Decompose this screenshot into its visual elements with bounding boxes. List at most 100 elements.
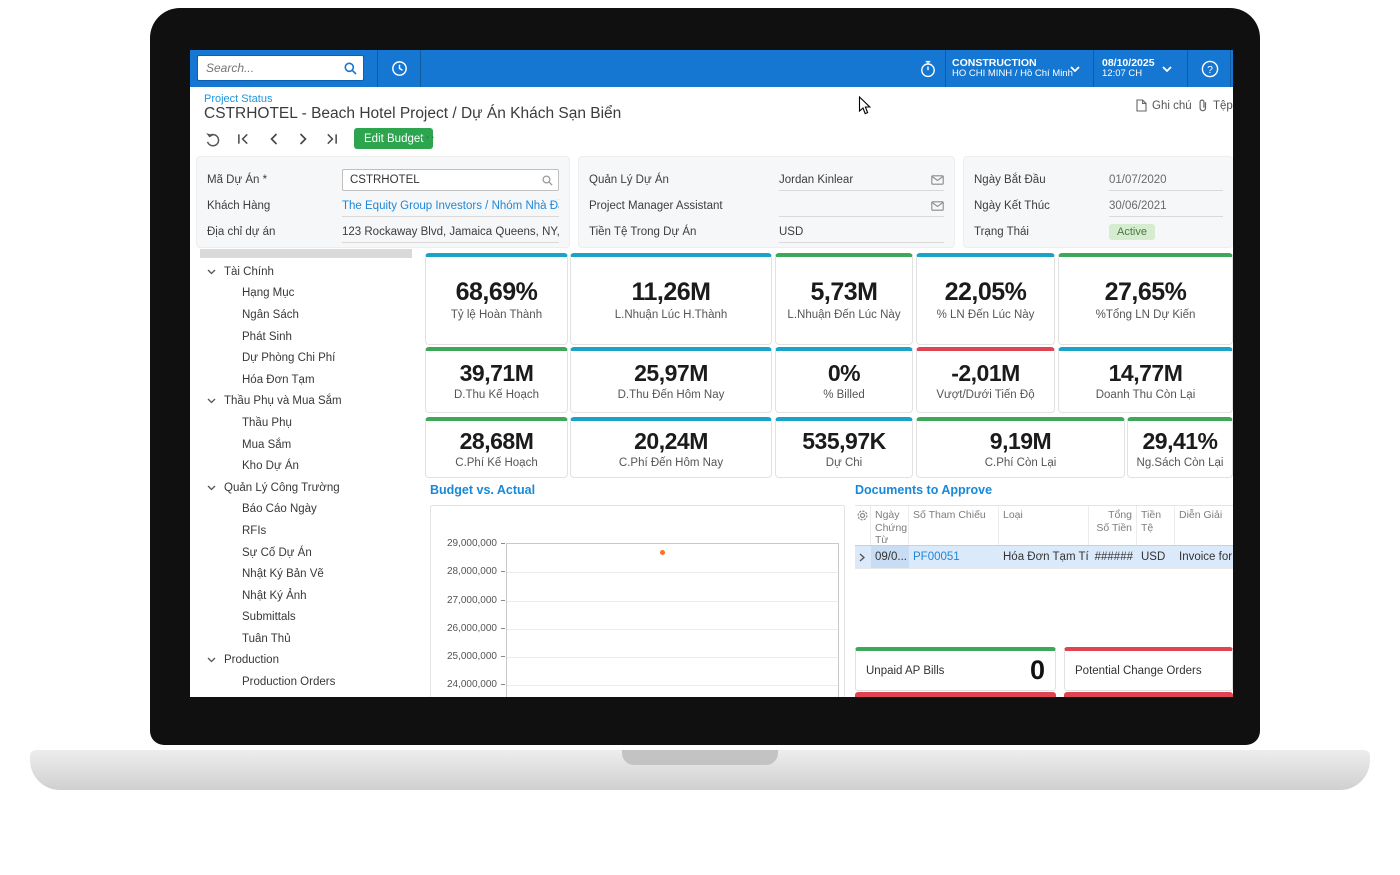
column-header[interactable]: Tiền Tệ [1137,506,1175,545]
sidebar-item-selected-partial[interactable] [200,249,412,258]
kpi-tile[interactable]: 22,05% % LN Đến Lúc Này [916,253,1055,345]
kpi-tile[interactable]: 20,24M C.Phí Đến Hôm Nay [570,417,772,478]
project-id-field[interactable] [342,169,559,191]
column-header[interactable]: Loại [999,506,1089,545]
sidebar-item[interactable]: RFIs [190,520,420,542]
sidebar-item[interactable]: Ngân Sách [190,304,420,326]
email-icon[interactable] [931,200,944,211]
cut-off-widget [855,692,1056,697]
column-header[interactable]: Ngày Chứng Từ [871,506,909,545]
sidebar-item[interactable]: Thầu Phụ [190,412,420,434]
date-menu[interactable]: 08/10/2025 12:07 CH [1102,50,1155,87]
gear-icon[interactable] [855,506,871,545]
kpi-tile[interactable]: 9,19M C.Phí Còn Lại [916,417,1125,478]
go-next-icon[interactable] [292,130,314,148]
kpi-tile[interactable]: 27,65% %Tổng LN Dự Kiến [1058,253,1233,345]
sidebar-item[interactable]: Submittals [190,607,420,629]
status-field: Active [1109,222,1155,243]
help-icon[interactable]: ? [1196,50,1224,87]
y-axis-tick-label: 27,000,000 [446,594,497,606]
go-first-icon[interactable] [232,130,254,148]
sidebar-item[interactable]: Nhật Ký Bản Vẽ [190,563,420,585]
assistant-value[interactable] [779,196,944,217]
chevron-down-icon[interactable] [207,398,216,404]
column-header[interactable]: Diễn Giải [1175,506,1233,545]
business-date-icon[interactable] [386,50,412,87]
undo-icon[interactable] [202,130,224,148]
kpi-tile[interactable]: 14,77M Doanh Thu Còn Lại [1058,347,1233,413]
kpi-tile[interactable]: 68,69% Tỷ lệ Hoàn Thành [425,253,568,345]
column-header[interactable]: Số Tham Chiếu [909,506,999,545]
kpi-value: 25,97M [634,360,708,387]
sidebar-item[interactable]: Sự Cố Dự Án [190,542,420,564]
kpi-tile[interactable]: 25,97M D.Thu Đến Hôm Nay [570,347,772,413]
cell-reference-link[interactable]: PF00051 [909,546,999,568]
kpi-tile[interactable]: 39,71M D.Thu Kế Hoạch [425,347,568,413]
notes-button[interactable]: Ghi chú [1136,99,1192,112]
files-button[interactable]: Tệp [1198,99,1233,112]
unpaid-ap-bills-widget[interactable]: Unpaid AP Bills 0 [855,647,1056,691]
sidebar-item[interactable]: Mua Sắm [190,434,420,456]
sidebar-item[interactable]: Hạng Mục [190,283,420,305]
chevron-down-icon[interactable] [207,269,216,275]
column-header[interactable]: Tổng Số Tiền [1089,506,1137,545]
row-expander-icon[interactable] [855,546,871,568]
sidebar-item-label: Production [224,654,279,667]
go-last-icon[interactable] [320,130,342,148]
search-icon[interactable] [344,62,357,75]
start-date-value[interactable]: 01/07/2020 [1109,170,1223,191]
chevron-down-icon[interactable] [207,485,216,491]
sidebar-item[interactable]: Tài Chính [190,261,420,283]
topbar-separator [1093,50,1094,87]
email-icon[interactable] [931,174,944,185]
sidebar-item[interactable]: Quản Lý Công Trường [190,477,420,499]
kpi-tile[interactable]: 11,26M L.Nhuận Lúc H.Thành [570,253,772,345]
field-label: Project Manager Assistant [589,200,723,212]
address-value[interactable]: 123 Rockaway Blvd, Jamaica Queens, NY, 1… [342,222,559,243]
tenant-menu[interactable]: CONSTRUCTION HO CHI MINH / Hồ Chí Minh [952,50,1073,87]
kpi-tile[interactable]: 5,73M L.Nhuận Đến Lúc Này [775,253,913,345]
chevron-down-icon[interactable] [1160,50,1174,87]
sidebar-item[interactable]: Hóa Đơn Tạm [190,369,420,391]
chevron-down-icon[interactable] [207,657,216,663]
kpi-value: 20,24M [634,427,708,454]
table-row[interactable]: 09/0...PF00051 Hóa Đơn Tạm Tính ###### USD I… [855,546,1233,569]
sidebar-item[interactable]: Nhật Ký Ảnh [190,585,420,607]
sidebar-item[interactable]: Production Orders [190,671,420,693]
stopwatch-icon[interactable] [916,50,940,87]
potential-change-orders-widget[interactable]: Potential Change Orders [1064,647,1233,691]
end-date-value[interactable]: 30/06/2021 [1109,196,1223,217]
field-label: Tiền Tệ Trong Dự Án [589,226,697,238]
sidebar-item[interactable]: Thầu Phụ và Mua Sắm [190,391,420,413]
search-input[interactable] [198,61,344,75]
currency-value[interactable]: USD [779,222,944,243]
y-axis-tick-label: 29,000,000 [446,538,497,549]
sidebar-item-label: Hóa Đơn Tạm [242,373,315,386]
plot-frame [506,543,839,697]
sidebar-item[interactable]: Dự Phòng Chi Phí [190,347,420,369]
sidebar-item[interactable]: Tuân Thủ [190,628,420,650]
breadcrumb[interactable]: Project Status [204,93,272,105]
sidebar-item[interactable]: Production [190,650,420,672]
sidebar-item[interactable]: Phát Sinh [190,326,420,348]
go-prev-icon[interactable] [262,130,284,148]
sidebar-item[interactable]: Báo Cáo Ngày [190,499,420,521]
kpi-tile[interactable]: 535,97K Dự Chi [775,417,913,478]
kpi-tile[interactable]: -2,01M Vượt/Dưới Tiến Độ [916,347,1055,413]
tick-mark [501,684,505,686]
manager-value[interactable]: Jordan Kinlear [779,170,944,191]
project-id-input[interactable] [343,174,542,186]
y-axis-tick-label: 25,000,000 [446,651,497,662]
sidebar-item-label: Ngân Sách [242,308,299,321]
sidebar-item[interactable]: Kho Dự Án [190,455,420,477]
kpi-tile[interactable]: 29,41% Ng.Sách Còn Lại [1127,417,1233,478]
lookup-icon[interactable] [542,174,553,186]
kpi-label: D.Thu Đến Hôm Nay [617,389,725,402]
more-actions-button[interactable]: ··· [420,129,436,144]
kpi-label: Ng.Sách Còn Lại [1136,456,1224,469]
chevron-down-icon[interactable] [1068,50,1082,87]
kpi-tile[interactable]: 0% % Billed [775,347,913,413]
global-search[interactable] [197,55,364,81]
kpi-tile[interactable]: 28,68M C.Phí Kế Hoạch [425,417,568,478]
customer-link[interactable]: The Equity Group Investors / Nhóm Nhà Đầ… [342,196,559,217]
